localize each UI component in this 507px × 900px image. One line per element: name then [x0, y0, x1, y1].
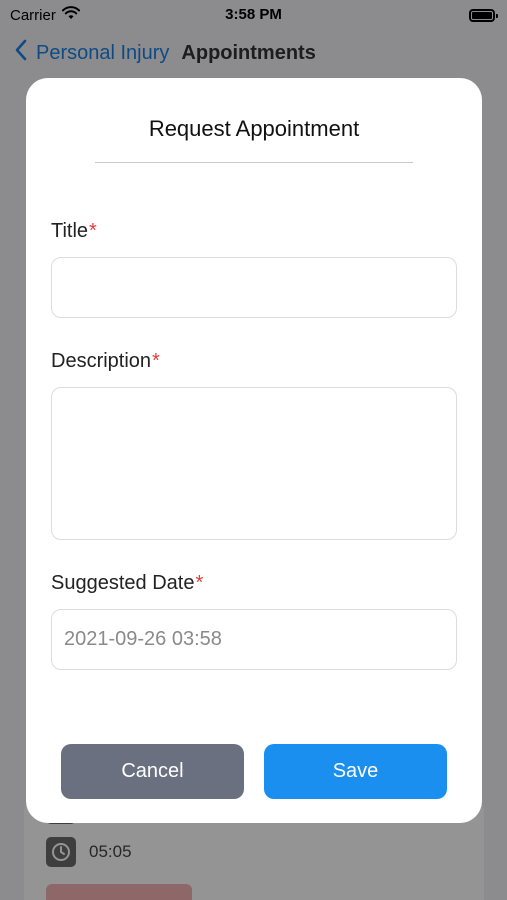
dialog-title: Request Appointment [148, 116, 360, 141]
save-button[interactable]: Save [264, 744, 447, 799]
title-label-text: Title [51, 220, 89, 242]
suggested-date-value: 2021-09-26 03:58 [64, 628, 222, 650]
description-label-text: Description [51, 350, 152, 372]
suggested-date-label: Suggested Date* [51, 572, 203, 595]
cancel-button[interactable]: Cancel [61, 744, 244, 799]
suggested-date-field[interactable]: 2021-09-26 03:58 [51, 609, 457, 670]
suggested-date-label-text: Suggested Date [51, 572, 195, 594]
request-appointment-dialog: Request Appointment Title* Description* … [26, 78, 482, 823]
description-input[interactable] [51, 387, 457, 540]
title-input[interactable] [51, 257, 457, 318]
title-divider [95, 162, 413, 163]
required-mark: * [195, 572, 204, 594]
description-label: Description* [51, 350, 160, 373]
required-mark: * [89, 220, 97, 242]
required-mark: * [152, 350, 160, 372]
title-label: Title* [51, 220, 97, 243]
